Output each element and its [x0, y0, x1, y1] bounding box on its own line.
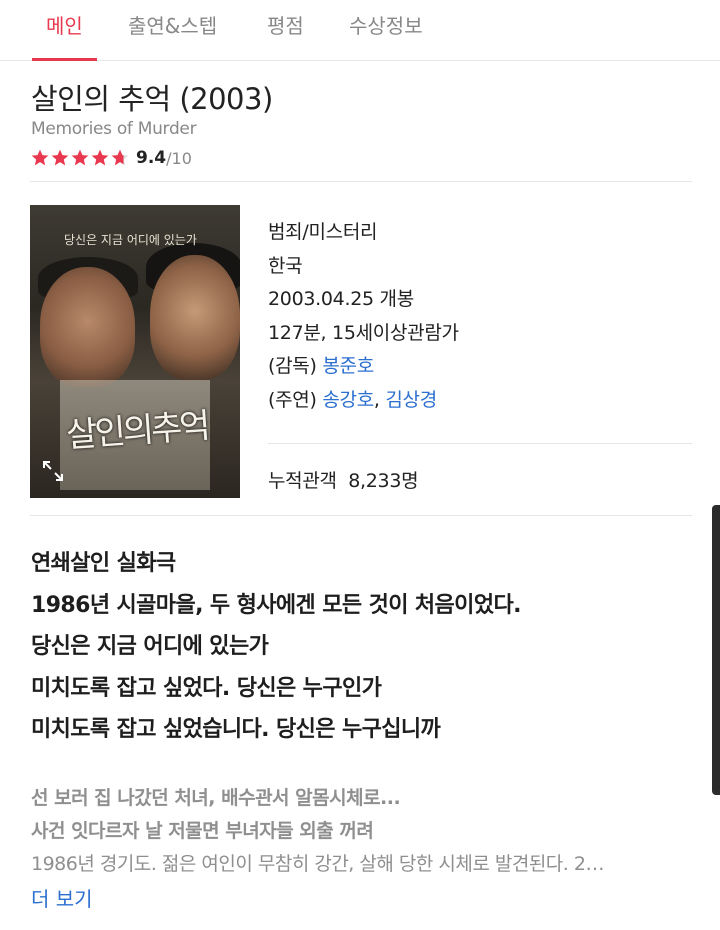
description-line: 사건 잇다르자 날 저물면 부녀자들 외출 꺼려	[31, 820, 374, 842]
star-half-icon	[111, 149, 129, 166]
tab-cast-crew[interactable]: 출연&스텝	[128, 0, 217, 60]
tab-main[interactable]: 메인	[32, 0, 97, 61]
star-icon	[31, 149, 49, 166]
star-rating	[30, 148, 130, 168]
tab-bar: 메인 출연&스텝 평점 수상정보	[0, 0, 720, 61]
synopsis-headline: 미치도록 잡고 싶었습니다. 당신은 누구십니까	[31, 717, 441, 742]
movie-country: 한국	[268, 254, 303, 277]
expand-icon[interactable]	[41, 459, 65, 483]
synopsis-headline: 미치도록 잡고 싶었다. 당신은 누구인가	[31, 675, 382, 701]
description-line: 1986년 경기도. 젊은 여인이 무참히 강간, 살해 당한 시체로 발견된다…	[31, 853, 604, 875]
audience-label: 누적관객	[268, 470, 337, 492]
movie-genre: 범죄/미스터리	[268, 221, 378, 243]
movie-info: 범죄/미스터리 한국 2003.04.25 개봉 127분, 15세이상관람가 …	[268, 218, 459, 420]
synopsis-headlines: 연쇄살인 실화극 1986년 시골마을, 두 형사에겐 모든 것이 처음이었다.…	[31, 548, 701, 756]
scrollbar[interactable]	[712, 505, 720, 795]
tab-awards[interactable]: 수상정보	[349, 0, 423, 60]
movie-poster[interactable]: 당신은 지금 어디에 있는가 살인의추억	[30, 205, 240, 498]
poster-title-calligraphy: 살인의추억	[65, 406, 209, 456]
movie-director: (감독) 봉준호	[268, 352, 459, 386]
movie-original-title: Memories of Murder	[31, 119, 197, 139]
audience-count: 누적관객 8,233명	[268, 466, 419, 493]
movie-title: 살인의 추억 (2003)	[31, 82, 273, 116]
movie-release: 2003.04.25 개봉	[268, 288, 414, 311]
more-button[interactable]: 더 보기	[31, 883, 93, 912]
director-link[interactable]: 봉준호	[322, 355, 374, 377]
audience-value: 8,233명	[348, 470, 419, 492]
rating: 9.4 /10	[30, 148, 192, 168]
synopsis-headline: 연쇄살인 실화극	[31, 551, 176, 576]
movie-cast: (주연) 송강호, 김상경	[268, 386, 459, 420]
director-prefix: (감독)	[268, 355, 323, 378]
tab-ratings[interactable]: 평점	[267, 0, 304, 60]
star-icon	[51, 149, 69, 166]
description-line: 선 보러 집 나갔던 처녀, 배수관서 알몸시체로...	[31, 787, 401, 809]
poster-figure-face	[150, 255, 240, 380]
synopsis-headline: 1986년 시골마을, 두 형사에겐 모든 것이 처음이었다.	[31, 592, 521, 618]
star-icon	[71, 149, 89, 166]
cast-prefix: (주연)	[268, 388, 323, 411]
movie-runtime-rating: 127분, 15세이상관람가	[268, 321, 459, 344]
divider	[30, 515, 692, 516]
poster-tagline: 당신은 지금 어디에 있는가	[64, 233, 197, 247]
divider	[30, 181, 692, 182]
cast-link-2[interactable]: 김상경	[385, 389, 437, 411]
synopsis-headline: 당신은 지금 어디에 있는가	[31, 634, 269, 659]
rating-score: 9.4	[136, 148, 167, 168]
cast-separator: ,	[373, 388, 386, 411]
synopsis-description: 선 보러 집 나갔던 처녀, 배수관서 알몸시체로... 사건 잇다르자 날 저…	[31, 784, 696, 883]
star-icon	[91, 149, 109, 166]
cast-link-1[interactable]: 송강호	[322, 389, 374, 411]
poster-figure-face	[40, 267, 135, 387]
rating-max: /10	[166, 148, 192, 168]
divider	[268, 443, 692, 444]
